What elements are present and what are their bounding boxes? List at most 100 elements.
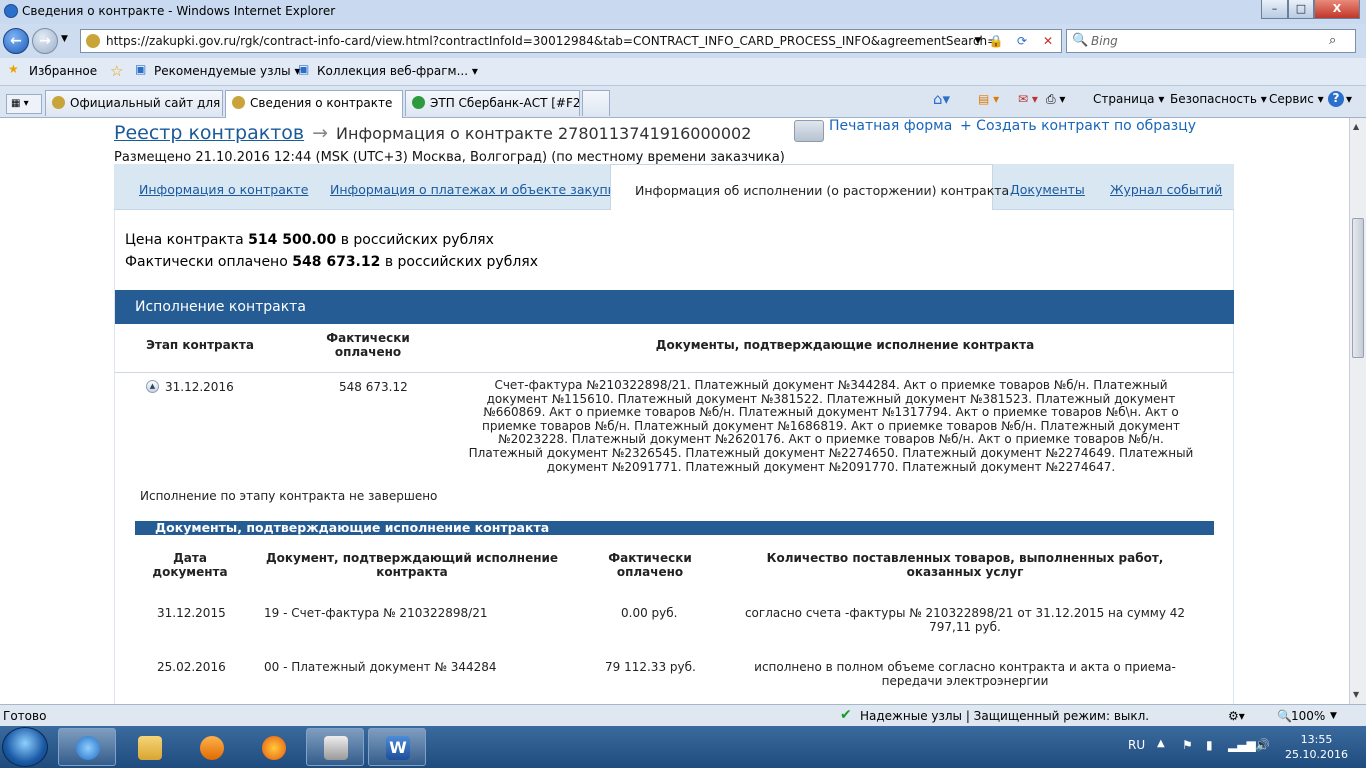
search-icon[interactable]: ⌕ [1329, 33, 1336, 48]
execution-panel: Цена контракта 514 500.00 в российских р… [114, 210, 1234, 704]
favorites-button[interactable]: Избранное [29, 64, 97, 78]
tab-sberbank-ast[interactable]: ЭТП Сбербанк-АСТ [#F2] [405, 90, 580, 116]
clock-time: 13:55 [1300, 733, 1333, 746]
stop-icon[interactable]: ✕ [1039, 33, 1057, 50]
maximize-button[interactable]: □ [1288, 0, 1314, 19]
stage-paid: 548 673.12 [339, 380, 408, 394]
zoom-icon[interactable]: 🔍 [1277, 709, 1292, 723]
tab-payments-link[interactable]: Информация о платежах и объекте закупки [330, 182, 623, 197]
suggested-sites-link[interactable]: Рекомендуемые узлы ▾ [154, 64, 300, 78]
stage-toggle-icon[interactable]: ▲ [146, 380, 159, 393]
search-field[interactable]: 🔍 Bing ⌕ [1066, 29, 1356, 53]
zoom-dropdown-arrow-icon[interactable]: ▼ [1330, 711, 1337, 721]
zoom-level[interactable]: 100% [1291, 709, 1325, 723]
language-indicator[interactable]: RU [1128, 738, 1145, 752]
docs-header-quantity: Количество поставленных товаров, выполне… [766, 551, 1164, 579]
printer-icon[interactable] [794, 120, 824, 142]
taskbar-firefox[interactable] [244, 728, 302, 766]
clock-date: 25.10.2016 [1285, 748, 1348, 761]
network-icon[interactable]: ▂▄▆ [1228, 738, 1256, 752]
price-label: Цена контракта [125, 232, 244, 248]
site-favicon [86, 34, 100, 48]
start-button[interactable] [2, 727, 48, 767]
refresh-icon[interactable]: ⟳ [1013, 33, 1031, 50]
home-icon[interactable]: ⌂▾ [933, 90, 950, 108]
tab-favicon [52, 96, 65, 109]
favorites-star-icon[interactable]: ★ [8, 62, 19, 76]
help-icon[interactable]: ? [1328, 91, 1344, 107]
mail-icon[interactable]: ✉ ▾ [1018, 92, 1038, 106]
favorites-bar: ★ Избранное ☆ ▣ Рекомендуемые узлы ▾ ▣ К… [0, 58, 1366, 86]
stage-date: 31.12.2016 [165, 380, 234, 394]
url-dropdown-icon[interactable]: ▼ [969, 33, 987, 50]
doc-row-2-quantity: исполнено в полном объеме согласно контр… [754, 660, 1176, 688]
flag-icon[interactable]: ⚑ [1182, 738, 1193, 752]
quick-tabs-button[interactable]: ▦ ▾ [6, 94, 42, 114]
tab-favicon [412, 96, 425, 109]
feeds-icon[interactable]: ▤ ▾ [978, 92, 999, 106]
search-placeholder[interactable]: Bing [1091, 34, 1118, 48]
battery-icon[interactable]: ▮ [1206, 738, 1213, 752]
stage-status: Исполнение по этапу контракта не заверше… [140, 489, 438, 503]
doc-row-1-quantity: согласно счета -фактуры № 210322898/21 о… [744, 606, 1186, 634]
forward-button[interactable]: → [32, 28, 58, 54]
price-value: 514 500.00 [248, 232, 337, 248]
volume-icon[interactable]: 🔊 [1255, 738, 1270, 752]
ie-icon [4, 4, 18, 18]
url-text[interactable]: https://zakupki.gov.ru/rgk/contract-info… [106, 34, 997, 48]
scroll-up-icon[interactable]: ▲ [1353, 122, 1359, 131]
minimize-button[interactable]: – [1261, 0, 1288, 19]
help-dropdown-icon[interactable]: ▾ [1346, 92, 1352, 106]
tab-execution-active[interactable]: Информация об исполнении (о расторжении)… [610, 164, 1009, 210]
tray-expand-icon[interactable]: ▲ [1157, 738, 1165, 749]
web-slice-icon: ▣ [298, 62, 310, 76]
web-slice-gallery-link[interactable]: Коллекция веб-фрагм... ▾ [317, 64, 478, 78]
tab-event-log-link[interactable]: Журнал событий [1110, 182, 1222, 197]
docs-header-document: Документ, подтверждающий исполнение конт… [265, 551, 559, 579]
history-dropdown-icon[interactable]: ▼ [61, 34, 68, 44]
security-menu[interactable]: Безопасность ▾ [1170, 92, 1267, 106]
taskbar-explorer[interactable] [120, 728, 178, 766]
doc-row-1-doc: 19 - Счет-фактура № 210322898/21 [264, 606, 488, 620]
firefox-icon [262, 736, 286, 760]
taskbar-scanner[interactable] [306, 728, 364, 766]
lock-icon[interactable]: 🔒 [987, 33, 1005, 50]
tab-contract-info[interactable]: Сведения о контракте [225, 90, 403, 118]
security-zone-text[interactable]: Надежные узлы | Защищенный режим: выкл. [860, 709, 1149, 723]
taskbar-media-player[interactable] [182, 728, 240, 766]
scroll-down-icon[interactable]: ▼ [1353, 690, 1359, 699]
tab-label: ЭТП Сбербанк-АСТ [#F2] [430, 96, 580, 110]
title-bar: Сведения о контракте - Windows Internet … [0, 0, 1366, 24]
print-icon[interactable]: ⎙ ▾ [1046, 92, 1065, 107]
scrollbar-thumb[interactable] [1352, 218, 1364, 358]
doc-row-1-paid: 0.00 руб. [621, 606, 678, 620]
create-contract-link[interactable]: + Создать контракт по образцу [960, 118, 1196, 134]
page-menu[interactable]: Страница ▾ [1093, 92, 1164, 106]
paid-value: 548 673.12 [292, 254, 381, 270]
status-bar: Готово ✔ Надежные узлы | Защищенный режи… [0, 704, 1366, 726]
taskbar-word[interactable]: W [368, 728, 426, 766]
page-content: Реестр контрактов → Информация о контракте… [0, 118, 1349, 704]
new-tab-button[interactable] [582, 90, 610, 116]
paid-label: Фактически оплачено [125, 254, 288, 270]
taskbar-ie[interactable] [58, 728, 116, 766]
media-player-icon [200, 736, 224, 760]
tools-menu[interactable]: Сервис ▾ [1269, 92, 1324, 106]
breadcrumb: Реестр контрактов → Информация о контракте… [114, 122, 751, 144]
clock[interactable]: 13:55 25.10.2016 [1285, 732, 1348, 762]
breadcrumb-registry-link[interactable]: Реестр контрактов [114, 122, 304, 144]
add-favorite-icon[interactable]: ☆ [110, 62, 123, 80]
tab-documents-link[interactable]: Документы [1010, 182, 1085, 197]
docs-table-title: Документы, подтверждающие исполнение кон… [135, 521, 1214, 535]
zoom-dropdown-icon[interactable]: ⚙▾ [1228, 709, 1245, 723]
vertical-scrollbar[interactable]: ▲ ▼ [1349, 118, 1366, 704]
tab-contract-info-link[interactable]: Информация о контракте [139, 182, 308, 197]
tab-official-site[interactable]: Официальный сайт для р... [45, 90, 223, 116]
back-button[interactable]: ← [3, 28, 29, 54]
posted-date: Размещено 21.10.2016 12:44 (MSK (UTC+3) … [114, 150, 785, 165]
url-field[interactable]: https://zakupki.gov.ru/rgk/contract-info… [80, 29, 1062, 53]
close-button[interactable]: X [1314, 0, 1360, 19]
contract-price: Цена контракта 514 500.00 в российских р… [125, 232, 494, 248]
doc-row-1-date: 31.12.2015 [157, 606, 226, 620]
print-form-link[interactable]: Печатная форма [829, 118, 952, 134]
